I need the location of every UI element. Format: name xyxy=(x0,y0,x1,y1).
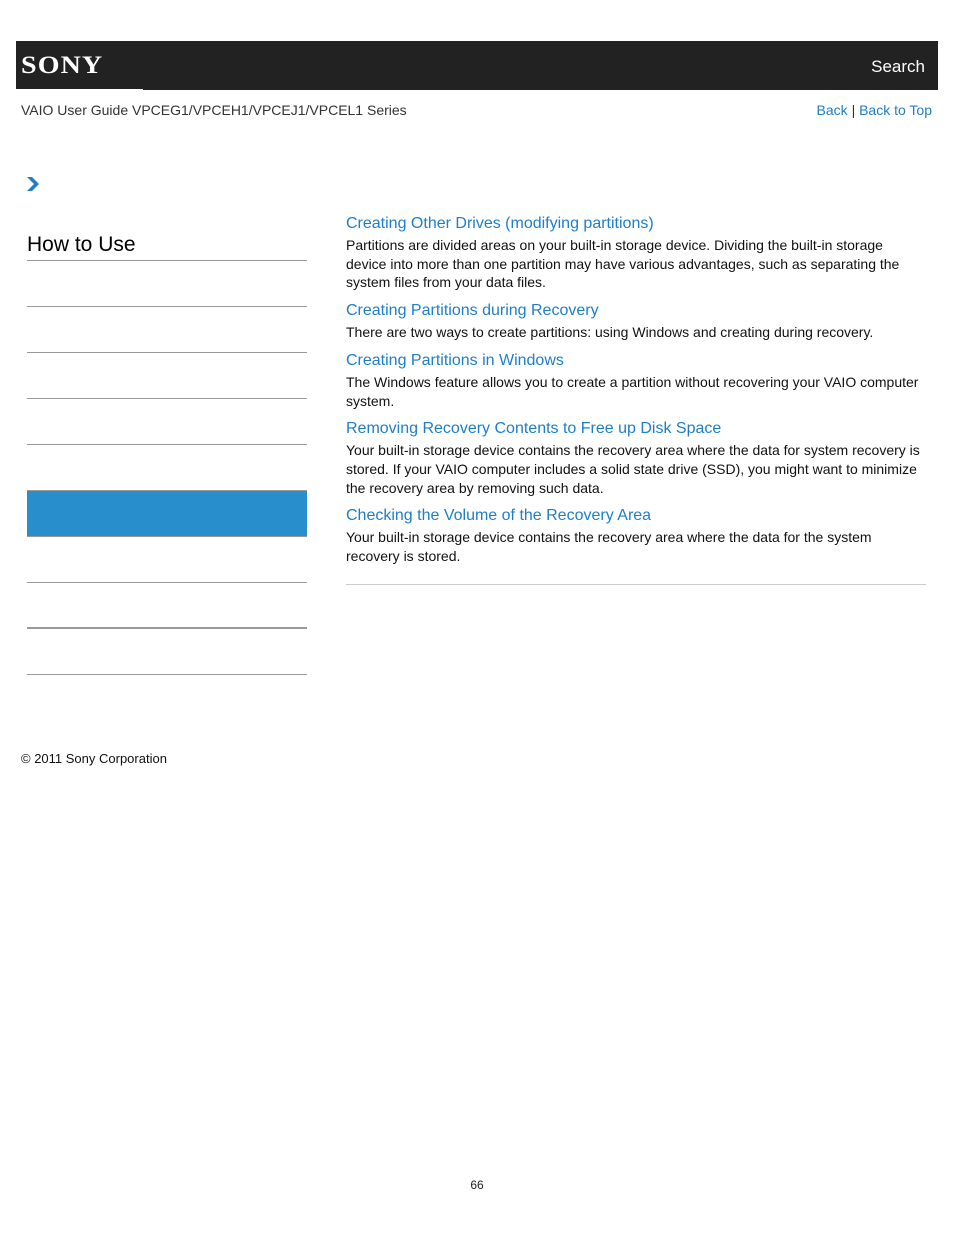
sidebar-item-5[interactable] xyxy=(27,445,307,491)
sidebar-item-3[interactable] xyxy=(27,353,307,399)
topic-entry: Removing Recovery Contents to Free up Di… xyxy=(346,419,926,497)
topic-description: Partitions are divided areas on your bui… xyxy=(346,237,900,291)
topic-link[interactable]: Removing Recovery Contents to Free up Di… xyxy=(346,419,926,439)
topic-list: Creating Other Drives (modifying partiti… xyxy=(346,214,926,585)
back-to-top-link[interactable]: Back to Top xyxy=(859,102,932,118)
topic-link[interactable]: Creating Partitions during Recovery xyxy=(346,301,926,321)
topic-link[interactable]: Checking the Volume of the Recovery Area xyxy=(346,506,926,526)
topic-description: Your built-in storage device contains th… xyxy=(346,529,872,565)
guide-title: VAIO User Guide VPCEG1/VPCEH1/VPCEJ1/VPC… xyxy=(21,102,407,118)
top-header-bar: SONY Search xyxy=(16,41,938,90)
sidebar-item-2[interactable] xyxy=(27,307,307,353)
sidebar-item-7[interactable] xyxy=(27,537,307,583)
sidebar: How to Use xyxy=(27,226,307,675)
topic-description: There are two ways to create partitions:… xyxy=(346,324,874,341)
topic-entry: Creating Partitions during Recovery Ther… xyxy=(346,301,926,342)
topic-entry: Checking the Volume of the Recovery Area… xyxy=(346,506,926,565)
sidebar-title: How to Use xyxy=(27,226,307,261)
page-number: 66 xyxy=(470,1178,484,1192)
topic-link[interactable]: Creating Partitions in Windows xyxy=(346,351,926,371)
nav-links: Back | Back to Top xyxy=(817,102,932,118)
topic-entry: Creating Other Drives (modifying partiti… xyxy=(346,214,926,292)
nav-separator: | xyxy=(851,102,856,118)
topic-description: Your built-in storage device contains th… xyxy=(346,442,920,496)
copyright: © 2011 Sony Corporation xyxy=(21,751,167,766)
breadcrumb-chevron-icon[interactable] xyxy=(26,176,40,192)
sidebar-item-1[interactable] xyxy=(27,261,307,307)
back-link[interactable]: Back xyxy=(817,102,848,118)
topic-description: The Windows feature allows you to create… xyxy=(346,373,919,409)
sidebar-item-9[interactable] xyxy=(27,629,307,675)
search-button[interactable]: Search xyxy=(871,57,925,77)
topic-link[interactable]: Creating Other Drives (modifying partiti… xyxy=(346,214,926,234)
content-divider xyxy=(346,583,926,585)
sidebar-item-4[interactable] xyxy=(27,399,307,445)
sidebar-item-6-active[interactable] xyxy=(27,491,307,537)
topic-entry: Creating Partitions in Windows The Windo… xyxy=(346,351,926,410)
sony-logo: SONY xyxy=(21,52,104,79)
sony-logo-box[interactable]: SONY xyxy=(16,41,143,90)
sidebar-item-8[interactable] xyxy=(27,583,307,629)
